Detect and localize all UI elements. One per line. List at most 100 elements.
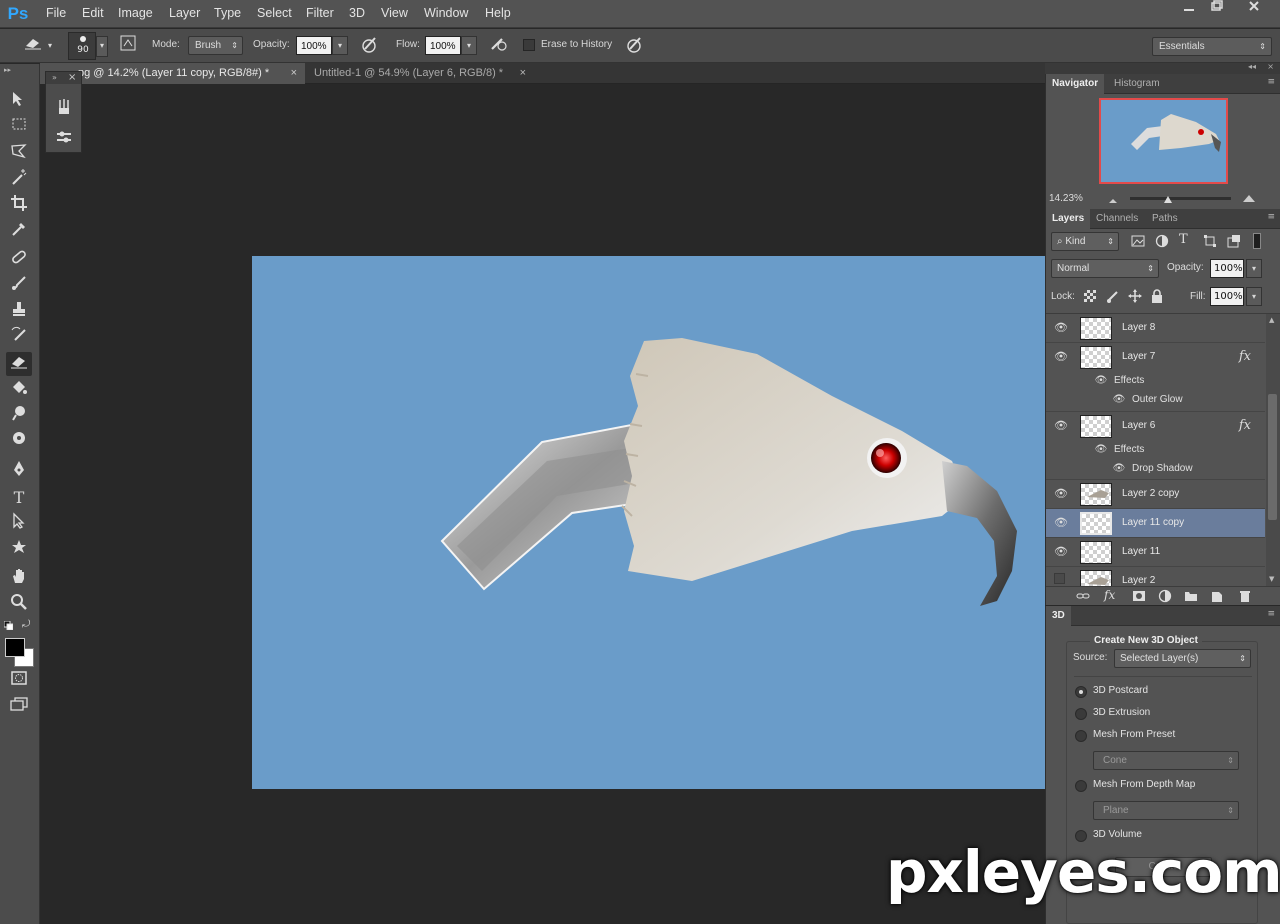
visibility-eye-icon[interactable]: 👁: [1054, 420, 1068, 432]
chevron-down-icon[interactable]: ▾: [44, 35, 56, 57]
add-mask-icon[interactable]: [1132, 590, 1146, 602]
blur-tool-icon[interactable]: [6, 404, 32, 428]
move-tool-icon[interactable]: [6, 90, 32, 114]
menu-help[interactable]: Help: [485, 6, 511, 20]
lasso-tool-icon[interactable]: [6, 142, 32, 166]
default-colors-icon[interactable]: [3, 620, 14, 631]
scrollbar-thumb[interactable]: [1268, 394, 1277, 520]
workspace-select[interactable]: Essentials ⇕: [1152, 37, 1272, 56]
zoom-slider-handle[interactable]: [1164, 193, 1172, 203]
screen-mode-icon[interactable]: [6, 696, 32, 720]
filter-pixel-icon[interactable]: [1131, 234, 1145, 248]
lock-all-icon[interactable]: [1151, 289, 1163, 303]
preset-shape-select[interactable]: Cone ⇕: [1093, 751, 1239, 770]
pressure-size-icon[interactable]: [623, 35, 645, 57]
menu-edit[interactable]: Edit: [82, 6, 104, 20]
filter-type-icon[interactable]: T: [1179, 232, 1193, 248]
foreground-color-swatch[interactable]: [5, 638, 25, 657]
visibility-eye-icon[interactable]: 👁: [1094, 375, 1108, 387]
document-canvas[interactable]: [252, 256, 1045, 789]
zoom-in-icon[interactable]: [1242, 193, 1256, 202]
fx-icon[interactable]: fx: [1239, 349, 1251, 364]
dodge-tool-icon[interactable]: [6, 430, 32, 454]
flow-input[interactable]: 100%: [425, 36, 461, 55]
tab-navigator[interactable]: Navigator: [1046, 74, 1105, 94]
add-layer-style-icon[interactable]: fx: [1104, 588, 1115, 602]
effects-row[interactable]: 👁 Effects: [1046, 441, 1265, 460]
visibility-eye-icon[interactable]: 👁: [1112, 463, 1126, 475]
tab-document-untitled[interactable]: Untitled-1 @ 54.9% (Layer 6, RGB/8) * ×: [306, 63, 532, 84]
scroll-up-icon[interactable]: ▲: [1269, 316, 1274, 324]
opacity-dropdown-arrow[interactable]: ▾: [332, 36, 348, 55]
lock-position-icon[interactable]: [1128, 289, 1142, 303]
eraser-tool-icon[interactable]: [6, 352, 32, 376]
magic-wand-tool-icon[interactable]: [6, 168, 32, 192]
close-icon[interactable]: [1232, 0, 1276, 20]
mode-select[interactable]: Brush ⇕: [188, 36, 243, 55]
path-selection-tool-icon[interactable]: [6, 512, 32, 536]
radio-3d-postcard[interactable]: [1075, 686, 1087, 698]
layer-row[interactable]: 👁 Layer 2 copy: [1046, 480, 1265, 509]
fx-icon[interactable]: fx: [1239, 418, 1251, 433]
layer-opacity-dropdown[interactable]: ▾: [1246, 259, 1262, 278]
menu-image[interactable]: Image: [118, 6, 153, 20]
quick-mask-icon[interactable]: [6, 670, 32, 694]
visibility-eye-icon[interactable]: 👁: [1054, 546, 1068, 558]
brush-size-picker[interactable]: 90: [68, 32, 96, 60]
zoom-out-icon[interactable]: [1108, 194, 1118, 203]
minimize-icon[interactable]: [1174, 0, 1204, 20]
effect-row[interactable]: 👁 Outer Glow: [1046, 391, 1265, 412]
menu-select[interactable]: Select: [257, 6, 292, 20]
radio-3d-extrusion[interactable]: [1075, 708, 1087, 720]
fill-input[interactable]: 100%: [1210, 287, 1244, 306]
filter-shape-icon[interactable]: [1203, 234, 1217, 248]
crop-tool-icon[interactable]: [6, 194, 32, 218]
pressure-opacity-icon[interactable]: [358, 35, 380, 57]
hand-tool-icon[interactable]: [6, 567, 32, 591]
layer-row[interactable]: 👁 Layer 8: [1046, 314, 1265, 343]
menu-type[interactable]: Type: [214, 6, 241, 20]
type-tool-icon[interactable]: T: [6, 486, 32, 510]
menu-3d[interactable]: 3D: [349, 6, 365, 20]
filter-adjustment-icon[interactable]: [1155, 234, 1169, 248]
layer-row[interactable]: 👁 Layer 11: [1046, 538, 1265, 567]
healing-brush-tool-icon[interactable]: [6, 248, 32, 272]
layer-opacity-input[interactable]: 100%: [1210, 259, 1244, 278]
visibility-eye-icon[interactable]: 👁: [1054, 322, 1068, 334]
flow-dropdown-arrow[interactable]: ▾: [461, 36, 477, 55]
tab-channels[interactable]: Channels: [1090, 209, 1144, 229]
layer-row-selected[interactable]: 👁 Layer 11 copy: [1046, 509, 1265, 538]
paint-bucket-tool-icon[interactable]: [6, 378, 32, 402]
tab-layers[interactable]: Layers: [1046, 209, 1091, 229]
airbrush-icon[interactable]: [487, 35, 509, 57]
clone-stamp-tool-icon[interactable]: [6, 300, 32, 324]
radio-mesh-from-preset[interactable]: [1075, 730, 1087, 742]
close-icon[interactable]: ×: [1267, 62, 1274, 71]
layer-row[interactable]: Layer 2: [1046, 567, 1265, 586]
zoom-slider[interactable]: [1130, 197, 1231, 200]
restore-icon[interactable]: [1202, 0, 1232, 20]
filter-toggle[interactable]: [1253, 233, 1261, 249]
erase-to-history-checkbox[interactable]: [523, 39, 535, 51]
visibility-eye-icon[interactable]: 👁: [1112, 394, 1126, 406]
lock-transparent-icon[interactable]: [1084, 290, 1096, 302]
depth-map-shape-select[interactable]: Plane ⇕: [1093, 801, 1239, 820]
menu-layer[interactable]: Layer: [169, 6, 200, 20]
source-select[interactable]: Selected Layer(s) ⇕: [1114, 649, 1251, 668]
close-panel-icon[interactable]: ×: [68, 72, 76, 83]
swap-colors-icon[interactable]: ⤾: [22, 619, 34, 631]
panel-menu-icon[interactable]: ≡: [1267, 609, 1275, 619]
eraser-tool-preset-icon[interactable]: [22, 35, 44, 57]
history-brush-tool-icon[interactable]: [6, 326, 32, 350]
new-adjustment-layer-icon[interactable]: [1158, 589, 1172, 603]
menu-file[interactable]: File: [46, 6, 66, 20]
collapse-icon[interactable]: ◂◂: [1248, 62, 1256, 71]
effects-row[interactable]: 👁 Effects: [1046, 372, 1265, 391]
zoom-tool-icon[interactable]: [6, 593, 32, 617]
brush-panel-icon[interactable]: [117, 35, 139, 57]
menu-window[interactable]: Window: [424, 6, 468, 20]
brush-presets-icon[interactable]: [55, 98, 73, 116]
visibility-eye-icon[interactable]: 👁: [1054, 488, 1068, 500]
visibility-eye-icon[interactable]: 👁: [1054, 517, 1068, 529]
visibility-toggle-off[interactable]: [1054, 573, 1065, 584]
